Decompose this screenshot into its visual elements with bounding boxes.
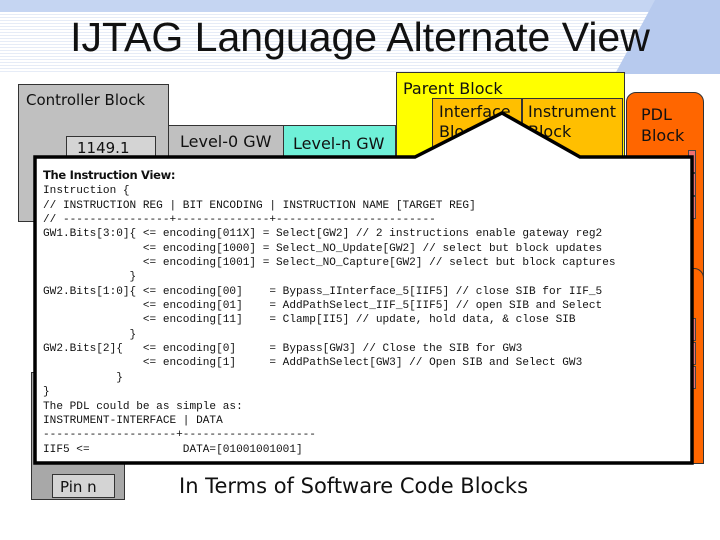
code-line: // INSTRUCTION REG | BIT ENCODING | INST… xyxy=(43,199,476,212)
pin-n-label: Pin n xyxy=(60,478,97,496)
pdl-register-cell xyxy=(688,366,696,389)
code-line: } xyxy=(43,386,50,399)
controller-block-label: Controller Block xyxy=(26,91,146,109)
instrument-block-label-2: Block xyxy=(528,122,572,141)
tap-box-label: 1149.1 xyxy=(77,139,130,157)
slide-subtitle: In Terms of Software Code Blocks xyxy=(179,474,529,498)
code-line: <= encoding[1] = AddPathSelect[GW3] // O… xyxy=(43,357,583,370)
pdl-block-label-2: Block xyxy=(641,126,685,145)
code-line: IIF5 <= DATA=[01001001001] xyxy=(43,443,303,456)
leveln-gw-label: Level-n GW xyxy=(293,134,385,153)
code-line: The PDL could be as simple as: xyxy=(43,400,243,413)
code-line: <= encoding[1001] = Select_NO_Capture[GW… xyxy=(43,257,616,270)
code-line: GW2.Bits[1:0]{ <= encoding[00] = Bypass_… xyxy=(43,285,603,298)
instrument-block: Instrument Block xyxy=(522,98,623,168)
instrument-block-label-1: Instrument xyxy=(528,102,617,121)
pdl-register-cell xyxy=(688,196,696,219)
level0-gw-block: Level-0 GW xyxy=(168,125,284,165)
code-line: } xyxy=(43,371,123,384)
parent-block-label: Parent Block xyxy=(403,79,503,98)
pdl-register-cell xyxy=(688,173,696,196)
code-line: GW2.Bits[2]{ <= encoding[0] = Bypass[GW3… xyxy=(43,343,523,356)
callout-heading: The Instruction View: xyxy=(43,168,176,182)
leveln-gw-block: Level-n GW xyxy=(283,125,396,165)
interface-block-label-2: Block xyxy=(439,122,483,141)
pdl-register-cell xyxy=(688,318,696,341)
interface-block-label-1: Interface xyxy=(439,102,511,121)
code-line: --------------------+-------------------… xyxy=(43,429,316,442)
pdl-block-label-1: PDL xyxy=(641,105,672,124)
pin-n-box: Pin n xyxy=(52,474,115,498)
code-line: } xyxy=(43,328,137,341)
code-line: Instruction { xyxy=(43,185,130,198)
tap-box: 1149.1 xyxy=(66,136,156,166)
code-line: GW1.Bits[3:0]{ <= encoding[011X] = Selec… xyxy=(43,228,603,241)
pdl-register-cell xyxy=(688,342,696,365)
code-line: <= encoding[11] = Clamp[II5] // update, … xyxy=(43,314,576,327)
code-line: // ----------------+--------------+-----… xyxy=(43,214,436,227)
slide-title: IJTAG Language Alternate View xyxy=(70,14,650,60)
instruction-code: The Instruction View: Instruction { // I… xyxy=(43,168,616,457)
code-line: <= encoding[01] = AddPathSelect_IIF_5[II… xyxy=(43,300,603,313)
code-line: INSTRUMENT-INTERFACE | DATA xyxy=(43,414,223,427)
code-line: } xyxy=(43,271,137,284)
level0-gw-label: Level-0 GW xyxy=(180,132,272,151)
pdl-register-cell xyxy=(688,150,696,173)
interface-block: Interface Block xyxy=(432,98,522,168)
code-line: <= encoding[1000] = Select_NO_Update[GW2… xyxy=(43,242,603,255)
